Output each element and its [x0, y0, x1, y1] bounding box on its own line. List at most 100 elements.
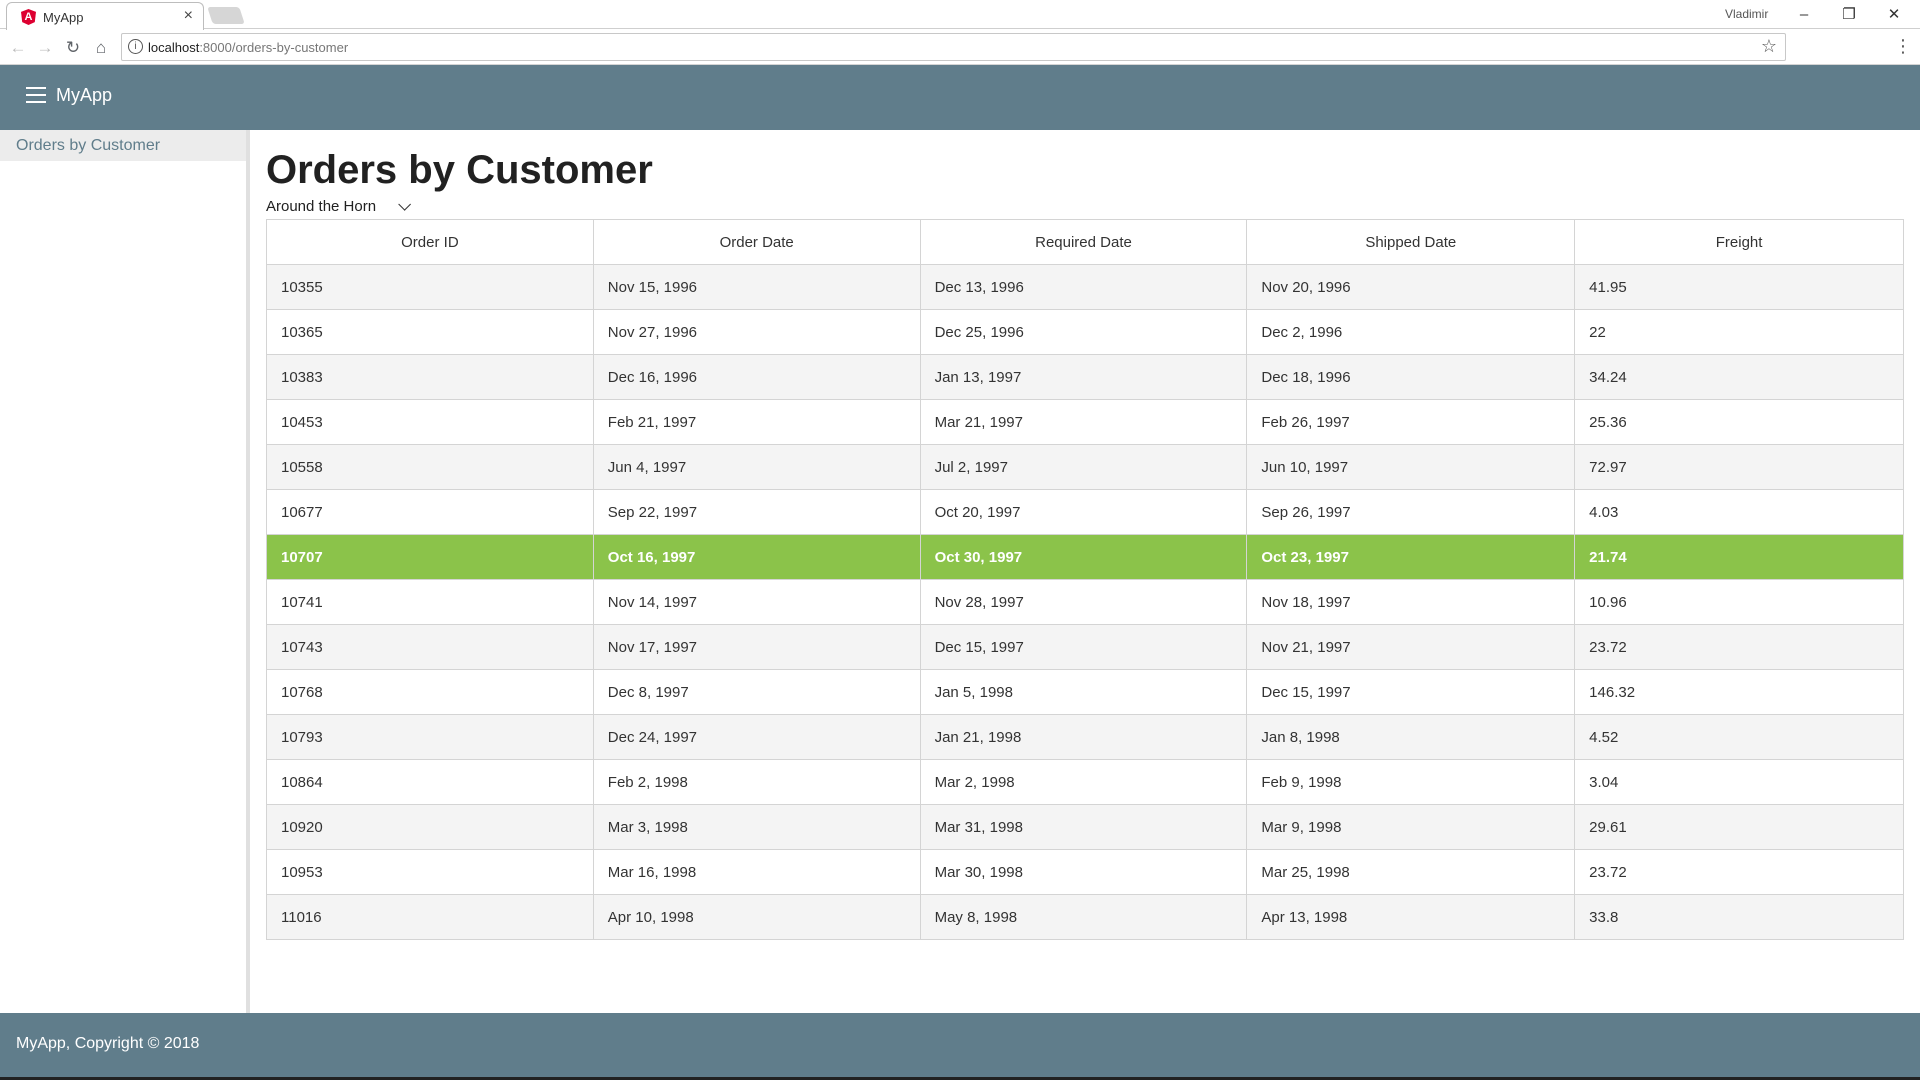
- table-cell: Dec 13, 1996: [919, 264, 1248, 310]
- table-cell: Jan 5, 1998: [919, 669, 1248, 715]
- table-cell: 34.24: [1574, 354, 1904, 400]
- page-title: Orders by Customer: [266, 148, 653, 192]
- customer-select-value: Around the Horn: [266, 198, 377, 215]
- table-row[interactable]: 11016 Apr 10, 1998 May 8, 1998 Apr 13, 1998…: [266, 894, 1904, 940]
- table-cell: Nov 27, 1996: [592, 309, 921, 355]
- browser-tabstrip: A MyApp × Vladimir – ❐ ✕: [0, 0, 1920, 30]
- table-cell: 23.72: [1574, 849, 1904, 895]
- site-info-icon[interactable]: i: [128, 39, 143, 54]
- table-cell: Feb 26, 1997: [1246, 399, 1576, 445]
- table-cell: Oct 23, 1997: [1246, 534, 1576, 580]
- table-cell: 33.8: [1574, 894, 1904, 940]
- table-cell: Dec 8, 1997: [592, 669, 921, 715]
- table-cell: 4.03: [1574, 489, 1904, 535]
- table-cell: 10.96: [1574, 579, 1904, 625]
- table-cell: 4.52: [1574, 714, 1904, 760]
- table-cell: Dec 15, 1997: [1246, 669, 1576, 715]
- forward-arrow-icon[interactable]: →: [32, 35, 58, 61]
- address-bar[interactable]: i localhost:8000/orders-by-customer ☆: [121, 33, 1786, 61]
- table-cell: 10453: [266, 399, 594, 445]
- table-row[interactable]: 10953 Mar 16, 1998 Mar 30, 1998 Mar 25, 199…: [266, 849, 1904, 895]
- table-row[interactable]: 10768 Dec 8, 1997 Jan 5, 1998 Dec 15, 1997 1…: [266, 669, 1904, 715]
- table-row[interactable]: 10365 Nov 27, 1996 Dec 25, 1996 Dec 2, 1996…: [266, 309, 1904, 355]
- table-cell: 10558: [266, 444, 594, 490]
- table-cell: Dec 16, 1996: [592, 354, 921, 400]
- customer-select[interactable]: Around the Horn: [266, 198, 412, 215]
- table-cell: 10953: [266, 849, 594, 895]
- table-cell: Jan 21, 1998: [919, 714, 1248, 760]
- table-cell: 10793: [266, 714, 594, 760]
- table-cell: Nov 20, 1996: [1246, 264, 1576, 310]
- table-cell: 10741: [266, 579, 594, 625]
- footer: MyApp, Copyright © 2018: [0, 1013, 1920, 1077]
- table-cell: Mar 21, 1997: [919, 399, 1248, 445]
- table-row[interactable]: 10707 Oct 16, 1997 Oct 30, 1997 Oct 23, 199…: [266, 534, 1904, 580]
- table-cell: Mar 3, 1998: [592, 804, 921, 850]
- table-row[interactable]: 10864 Feb 2, 1998 Mar 2, 1998 Feb 9, 1998 3.…: [266, 759, 1904, 805]
- profile-name[interactable]: Vladimir: [1725, 7, 1768, 21]
- browser-menu-icon[interactable]: ⋮: [1894, 36, 1912, 57]
- table-cell: Feb 9, 1998: [1246, 759, 1576, 805]
- table-row[interactable]: 10453 Feb 21, 1997 Mar 21, 1997 Feb 26, 199…: [266, 399, 1904, 445]
- browser-toolbar: ← → ↻ ⌂ i localhost:8000/orders-by-custo…: [0, 30, 1920, 65]
- app-title[interactable]: MyApp: [56, 85, 112, 106]
- table-cell: 10920: [266, 804, 594, 850]
- new-tab-button[interactable]: [207, 7, 245, 24]
- column-header[interactable]: Order Date: [592, 219, 921, 265]
- home-icon[interactable]: ⌂: [88, 35, 114, 61]
- table-cell: 21.74: [1574, 534, 1904, 580]
- table-cell: Jul 2, 1997: [919, 444, 1248, 490]
- table-row[interactable]: 10743 Nov 17, 1997 Dec 15, 1997 Nov 21, 199…: [266, 624, 1904, 670]
- bookmark-star-icon[interactable]: ☆: [1761, 36, 1777, 57]
- table-row[interactable]: 10793 Dec 24, 1997 Jan 21, 1998 Jan 8, 1998…: [266, 714, 1904, 760]
- reload-icon[interactable]: ↻: [60, 35, 86, 61]
- sidebar-item-orders-by-customer[interactable]: Orders by Customer: [0, 130, 246, 161]
- table-cell: Feb 2, 1998: [592, 759, 921, 805]
- table-header-row: Order ID Order Date Required Date Shipped D…: [266, 219, 1904, 265]
- table-row[interactable]: 10558 Jun 4, 1997 Jul 2, 1997 Jun 10, 1997 7…: [266, 444, 1904, 490]
- table-row[interactable]: 10383 Dec 16, 1996 Jan 13, 1997 Dec 18, 199…: [266, 354, 1904, 400]
- browser-tab[interactable]: A MyApp ×: [6, 2, 204, 30]
- table-cell: 10365: [266, 309, 594, 355]
- table-row[interactable]: 10741 Nov 14, 1997 Nov 28, 1997 Nov 18, 199…: [266, 579, 1904, 625]
- table-cell: 41.95: [1574, 264, 1904, 310]
- table-cell: 10864: [266, 759, 594, 805]
- table-cell: Dec 24, 1997: [592, 714, 921, 760]
- table-cell: 29.61: [1574, 804, 1904, 850]
- table-cell: Jun 4, 1997: [592, 444, 921, 490]
- table-cell: May 8, 1998: [919, 894, 1248, 940]
- table-cell: Mar 16, 1998: [592, 849, 921, 895]
- table-row[interactable]: 10920 Mar 3, 1998 Mar 31, 1998 Mar 9, 1998 2…: [266, 804, 1904, 850]
- table-cell: 25.36: [1574, 399, 1904, 445]
- table-cell: Apr 13, 1998: [1246, 894, 1576, 940]
- footer-copyright: MyApp, Copyright © 2018: [16, 1035, 200, 1052]
- table-cell: Mar 25, 1998: [1246, 849, 1576, 895]
- table-cell: Mar 30, 1998: [919, 849, 1248, 895]
- table-row[interactable]: 10355 Nov 15, 1996 Dec 13, 1996 Nov 20, 199…: [266, 264, 1904, 310]
- url-text: localhost:8000/orders-by-customer: [148, 40, 349, 55]
- column-header[interactable]: Shipped Date: [1246, 219, 1576, 265]
- table-cell: Mar 9, 1998: [1246, 804, 1576, 850]
- table-cell: Jan 8, 1998: [1246, 714, 1576, 760]
- table-cell: Nov 28, 1997: [919, 579, 1248, 625]
- column-header[interactable]: Freight: [1574, 219, 1904, 265]
- table-cell: Oct 20, 1997: [919, 489, 1248, 535]
- column-header[interactable]: Required Date: [919, 219, 1248, 265]
- window-close-button[interactable]: ✕: [1874, 2, 1914, 26]
- table-row[interactable]: 10677 Sep 22, 1997 Oct 20, 1997 Sep 26, 199…: [266, 489, 1904, 535]
- orders-table: Order ID Order Date Required Date Shipped D…: [266, 219, 1904, 940]
- minimize-button[interactable]: –: [1784, 2, 1824, 26]
- tab-close-icon[interactable]: ×: [184, 7, 193, 25]
- table-cell: 10677: [266, 489, 594, 535]
- table-cell: Dec 18, 1996: [1246, 354, 1576, 400]
- table-cell: Dec 25, 1996: [919, 309, 1248, 355]
- back-arrow-icon[interactable]: ←: [5, 35, 31, 61]
- column-header[interactable]: Order ID: [266, 219, 594, 265]
- angular-favicon-icon: A: [21, 9, 36, 25]
- hamburger-menu-icon[interactable]: [26, 87, 46, 103]
- restore-button[interactable]: ❐: [1829, 2, 1869, 26]
- table-cell: 10707: [266, 534, 594, 580]
- table-cell: 72.97: [1574, 444, 1904, 490]
- table-cell: 3.04: [1574, 759, 1904, 805]
- main-content: Orders by Customer Around the Horn Order…: [266, 130, 1906, 940]
